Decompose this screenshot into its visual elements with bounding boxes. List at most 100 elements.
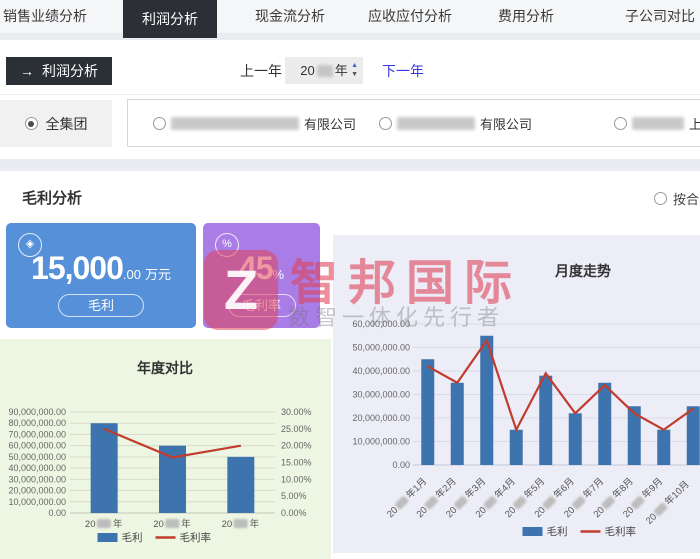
next-year-link[interactable]: 下一年 [382, 61, 424, 81]
bar [421, 359, 435, 465]
svg-text:30,000,000.00: 30,000,000.00 [352, 390, 410, 400]
year-select[interactable]: 20 年 ▲ ▼ [285, 57, 363, 84]
bar [657, 429, 671, 465]
radio-selected-icon[interactable] [24, 117, 38, 130]
nav-tab[interactable]: 现金流分析 [255, 0, 325, 33]
svg-text:年2月: 年2月 [433, 475, 459, 501]
censored-company-name [171, 116, 299, 130]
svg-text:50,000,000.00: 50,000,000.00 [352, 343, 410, 353]
svg-text:80,000,000.00: 80,000,000.00 [8, 418, 66, 428]
svg-text:年6月: 年6月 [551, 475, 577, 501]
svg-text:20: 20 [153, 519, 164, 530]
svg-text:10,000,000.00: 10,000,000.00 [352, 437, 410, 447]
section-divider-band [0, 159, 700, 171]
svg-text:5.00%: 5.00% [281, 491, 307, 501]
svg-text:年5月: 年5月 [522, 475, 548, 501]
svg-text:40,000,000.00: 40,000,000.00 [8, 463, 66, 473]
company-radio-option[interactable]: 有限公司 [153, 100, 356, 146]
companies-box: 有限公司 有限公司 上海 [127, 99, 700, 147]
spinner-icon[interactable]: ▲ ▼ [351, 61, 358, 79]
radio-icon[interactable] [153, 116, 166, 130]
censored-company-name [397, 116, 475, 130]
svg-text:50,000,000.00: 50,000,000.00 [8, 452, 66, 462]
gross-margin-pill[interactable]: 毛利率 [227, 294, 296, 317]
svg-text:70,000,000.00: 70,000,000.00 [8, 429, 66, 439]
radio-icon[interactable] [379, 116, 392, 130]
svg-text:15.00%: 15.00% [281, 458, 312, 468]
svg-text:年10月: 年10月 [662, 478, 691, 507]
chart-title: 月度走势 [554, 263, 611, 279]
bar [539, 375, 553, 465]
contract-radio-label: 按合同 [673, 192, 700, 207]
bar [90, 423, 118, 513]
bar [227, 456, 255, 513]
company-name-suffix: 上海 [689, 116, 700, 132]
svg-text:30,000,000.00: 30,000,000.00 [8, 474, 66, 484]
coin-icon: ◈ [18, 233, 42, 257]
svg-text:年: 年 [250, 518, 260, 530]
yearly-compare-chart: 年度对比 0.00 10,000,000.00 20,000,000.00 30,000… [0, 339, 331, 559]
bar [450, 382, 464, 465]
svg-text:90,000,000.00: 90,000,000.00 [8, 407, 66, 417]
bar [568, 413, 582, 465]
svg-text:30.00%: 30.00% [281, 407, 312, 417]
company-radio-option[interactable]: 有限公司 [379, 100, 532, 146]
svg-text:40,000,000.00: 40,000,000.00 [352, 366, 410, 376]
svg-text:年: 年 [181, 518, 191, 530]
profit-analysis-screen: 销售业绩分析 利润分析 现金流分析 应收应付分析 费用分析 子公司对比 → 利润分析 上一… [0, 0, 700, 559]
legend-label: 毛利率 [180, 531, 212, 544]
gross-margin-card: % 45% 毛利率 [203, 223, 320, 328]
svg-text:0.00: 0.00 [48, 508, 66, 518]
nav-tab[interactable]: 子公司对比 [625, 0, 695, 33]
gross-profit-pill[interactable]: 毛利 [58, 294, 144, 317]
prev-year-link[interactable]: 上一年 [240, 61, 282, 81]
svg-text:20: 20 [222, 519, 233, 530]
arrow-right-icon: → [20, 63, 34, 79]
svg-text:60,000,000.00: 60,000,000.00 [352, 319, 410, 329]
nav-tab[interactable]: 应收应付分析 [368, 0, 452, 33]
legend-label: 毛利 [122, 532, 143, 544]
svg-text:年4月: 年4月 [492, 475, 518, 501]
nav-tab[interactable]: 利润分析 [123, 0, 217, 38]
chevron-up-icon[interactable]: ▲ [351, 61, 358, 70]
chevron-down-icon[interactable]: ▼ [351, 70, 358, 79]
svg-text:0.00%: 0.00% [281, 508, 307, 518]
legend-label: 毛利 [547, 526, 568, 538]
company-radio-option[interactable]: 上海 [614, 100, 700, 146]
svg-text:10.00%: 10.00% [281, 474, 312, 484]
rate-line [427, 338, 694, 433]
section-badge-label: 利润分析 [42, 63, 98, 79]
monthly-chart-svg: 月度走势 0.00 10,000,000.00 20,000,000.00 30,000… [352, 263, 700, 538]
top-nav: 销售业绩分析 利润分析 现金流分析 应收应付分析 费用分析 子公司对比 [0, 0, 700, 40]
radio-icon[interactable] [614, 116, 627, 130]
monthly-trend-chart: 月度走势 0.00 10,000,000.00 20,000,000.00 30,000… [333, 235, 700, 553]
radio-icon[interactable] [654, 192, 667, 205]
svg-text:25.00%: 25.00% [281, 424, 312, 434]
nav-tab[interactable]: 费用分析 [498, 0, 554, 33]
svg-text:0.00: 0.00 [392, 460, 410, 470]
group-radio-option[interactable]: 全集团 [0, 100, 112, 147]
company-name-suffix: 有限公司 [304, 116, 357, 132]
nav-tab[interactable]: 销售业绩分析 [3, 0, 87, 33]
toolbar: → 利润分析 上一年 20 年 ▲ ▼ 下一年 [0, 40, 700, 95]
dashboard-content: ◈ 15,000.00 万元 毛利 % 45% 毛利率 月度走势 0.00 10,00… [0, 221, 700, 559]
section-badge: → 利润分析 [6, 57, 112, 85]
svg-text:10,000,000.00: 10,000,000.00 [8, 497, 66, 507]
svg-text:年9月: 年9月 [640, 475, 666, 501]
svg-text:年1月: 年1月 [404, 475, 430, 501]
contract-radio-option[interactable]: 按合同 [654, 189, 700, 208]
yearly-chart-svg: 年度对比 0.0010,000,000.0020,000,000.00 30,000… [8, 360, 312, 544]
chart-title: 年度对比 [137, 360, 193, 376]
svg-text:20: 20 [85, 519, 96, 530]
legend-label: 毛利率 [605, 525, 637, 538]
svg-text:年8月: 年8月 [610, 475, 636, 501]
svg-text:20,000,000.00: 20,000,000.00 [8, 486, 66, 496]
monthly-trend-panel: 月度走势 0.00 10,000,000.00 20,000,000.00 30,000… [333, 235, 700, 553]
yearly-compare-panel: 年度对比 0.00 10,000,000.00 20,000,000.00 30,000… [0, 339, 331, 559]
svg-text:20,000,000.00: 20,000,000.00 [352, 413, 410, 423]
legend-bar-swatch [97, 533, 118, 542]
section-title: 毛利分析 [22, 190, 83, 207]
svg-text:年7月: 年7月 [581, 475, 607, 501]
bar [598, 382, 612, 465]
gross-profit-card: ◈ 15,000.00 万元 毛利 [6, 223, 196, 328]
